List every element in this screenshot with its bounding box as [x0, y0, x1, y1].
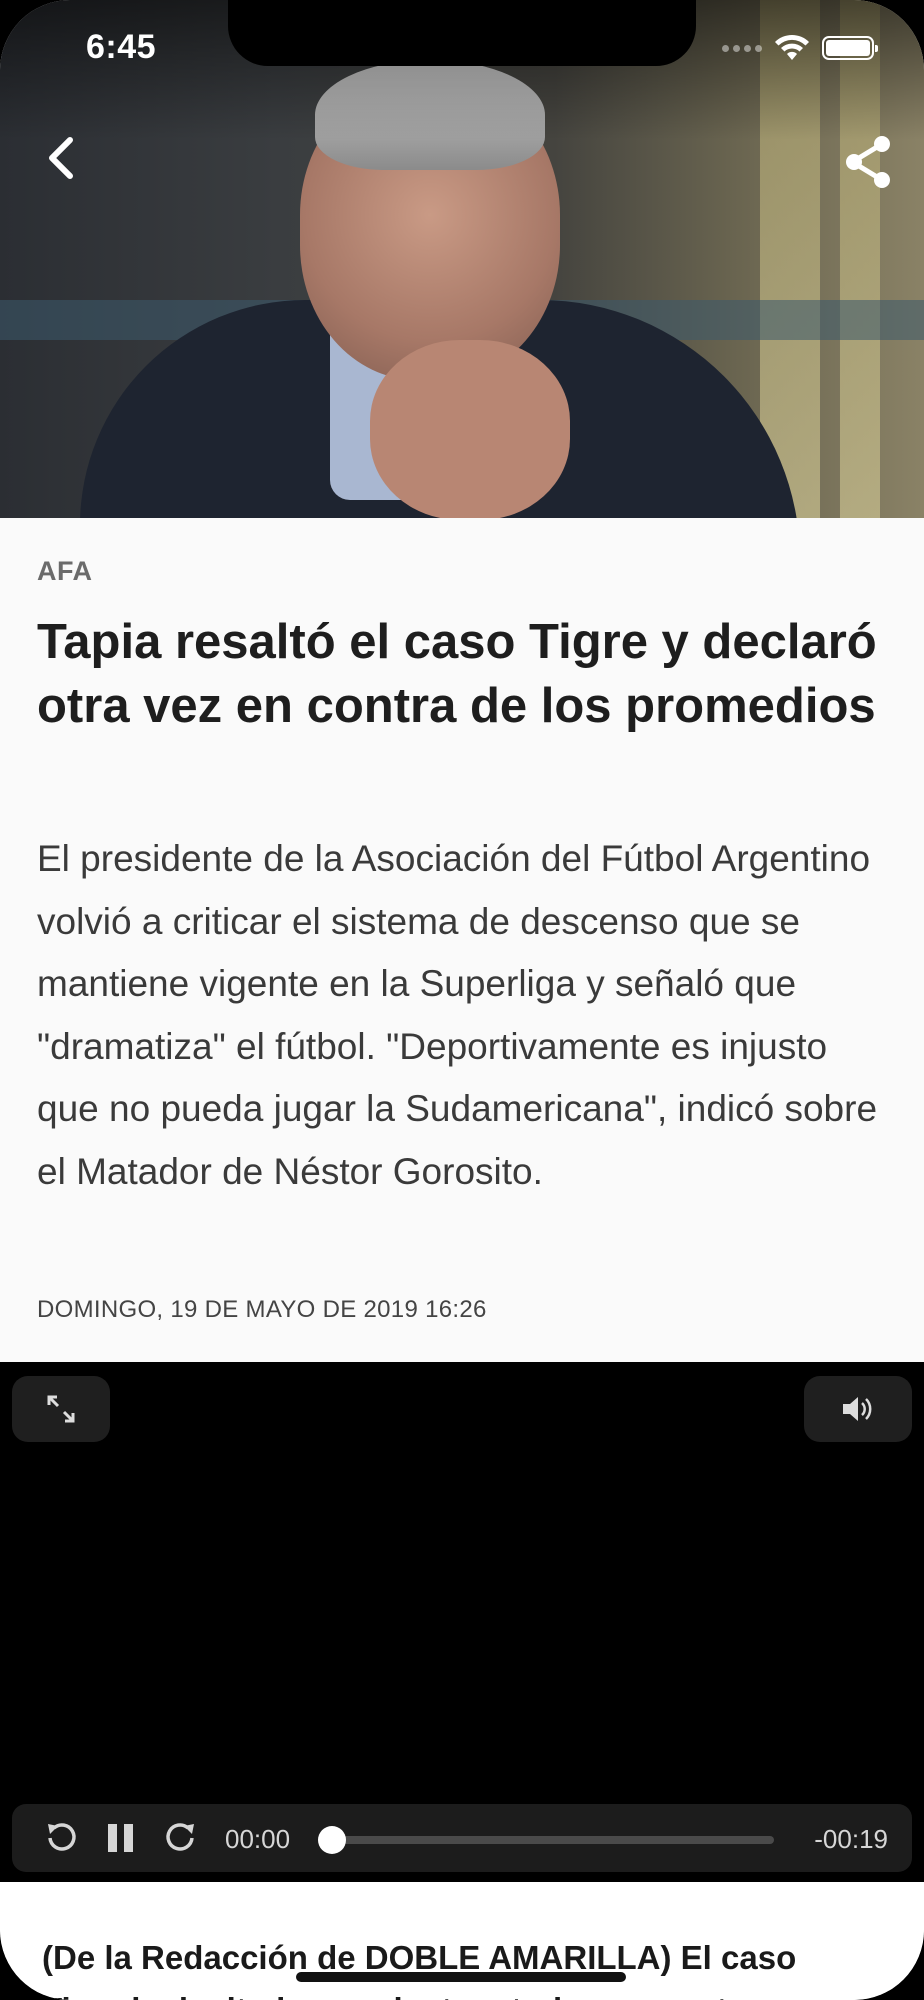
pause-button[interactable] [102, 1818, 142, 1858]
article-title: Tapia resaltó el caso Tigre y declaró ot… [37, 615, 877, 733]
wifi-icon [775, 34, 809, 60]
home-indicator[interactable] [296, 1972, 626, 1982]
expand-icon [47, 1395, 75, 1423]
share-icon [846, 136, 890, 188]
article-date: DOMINGO, 19 DE MAYO DE 2019 16:26 [37, 1296, 487, 1323]
pause-icon [108, 1824, 133, 1852]
back-button[interactable] [36, 130, 92, 186]
article-body: (De la Redacción de DOBLE AMARILLA) El c… [0, 1882, 924, 2000]
remaining-time: -00:19 [814, 1824, 888, 1854]
status-time: 6:45 [86, 28, 157, 66]
forward-icon [166, 1823, 194, 1851]
signal-icon [722, 44, 762, 52]
article-body-paragraph: (De la Redacción de DOBLE AMARILLA) El c… [42, 1939, 797, 2000]
current-time: 00:00 [225, 1824, 291, 1854]
share-button[interactable] [836, 130, 900, 194]
progress-track[interactable] [328, 1836, 774, 1844]
device-notch [228, 0, 696, 66]
article-hero-photo [0, 0, 924, 518]
playback-controls-bar: 00:00 -00:19 [12, 1804, 912, 1872]
chevron-left-icon [49, 137, 73, 179]
news-article-screen: 6:45 AFA Tapia resaltó el caso Tigre y d… [0, 0, 924, 2000]
volume-button[interactable] [804, 1376, 912, 1442]
battery-icon [822, 36, 878, 60]
status-indicators [722, 34, 878, 62]
article-section-label[interactable]: AFA [37, 556, 93, 587]
forward-button[interactable] [160, 1818, 200, 1858]
volume-icon [843, 1397, 872, 1421]
article-header: AFA Tapia resaltó el caso Tigre y declar… [0, 518, 924, 1362]
fullscreen-button[interactable] [12, 1376, 110, 1442]
rewind-button[interactable] [42, 1818, 82, 1858]
video-player[interactable]: 00:00 -00:19 [0, 1362, 924, 1882]
rewind-icon [48, 1823, 76, 1851]
progress-scrubber[interactable] [318, 1826, 346, 1854]
article-summary: El presidente de la Asociación del Fútbo… [37, 838, 878, 1192]
